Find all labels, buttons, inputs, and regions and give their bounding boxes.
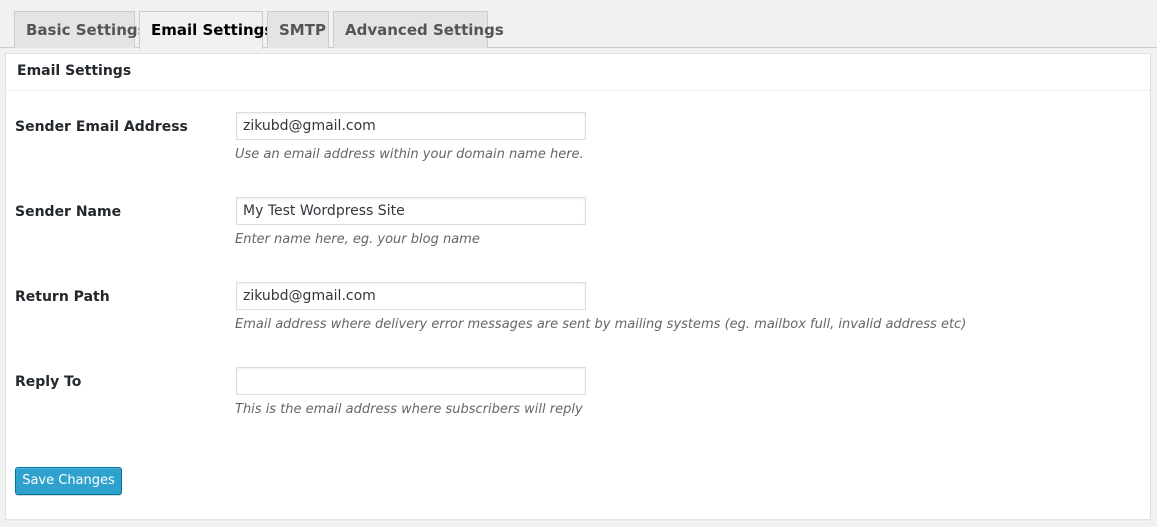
email-settings-panel: Email Settings Sender Email Address Use … [5,53,1151,520]
sender-name-description: Enter name here, eg. your blog name [235,232,480,247]
sender-email-input[interactable] [236,112,586,140]
reply-to-input[interactable] [236,367,586,395]
sender-name-input[interactable] [236,197,586,225]
sender-name-row: Sender Name Enter name here, eg. your bl… [6,197,1150,282]
settings-tab-bar: Basic Settings Email Settings SMTP Advan… [0,0,1157,49]
reply-to-description: This is the email address where subscrib… [235,402,583,417]
reply-to-label: Reply To [15,374,82,390]
sender-email-row: Sender Email Address Use an email addres… [6,112,1150,197]
return-path-description: Email address where delivery error messa… [235,317,967,332]
reply-to-row: Reply To This is the email address where… [6,367,1150,452]
sender-name-label: Sender Name [15,204,122,220]
sender-email-label: Sender Email Address [15,119,188,135]
save-changes-button[interactable]: Save Changes [15,467,122,495]
sender-email-description: Use an email address within your domain … [235,147,584,162]
return-path-label: Return Path [15,289,110,305]
tab-advanced-settings[interactable]: Advanced Settings [333,11,504,48]
panel-title: Email Settings [6,54,1150,91]
return-path-input[interactable] [236,282,586,310]
tab-basic-settings[interactable]: Basic Settings [14,11,147,48]
return-path-row: Return Path Email address where delivery… [6,282,1150,367]
tab-smtp[interactable]: SMTP [267,11,329,48]
tab-email-settings[interactable]: Email Settings [139,11,273,49]
